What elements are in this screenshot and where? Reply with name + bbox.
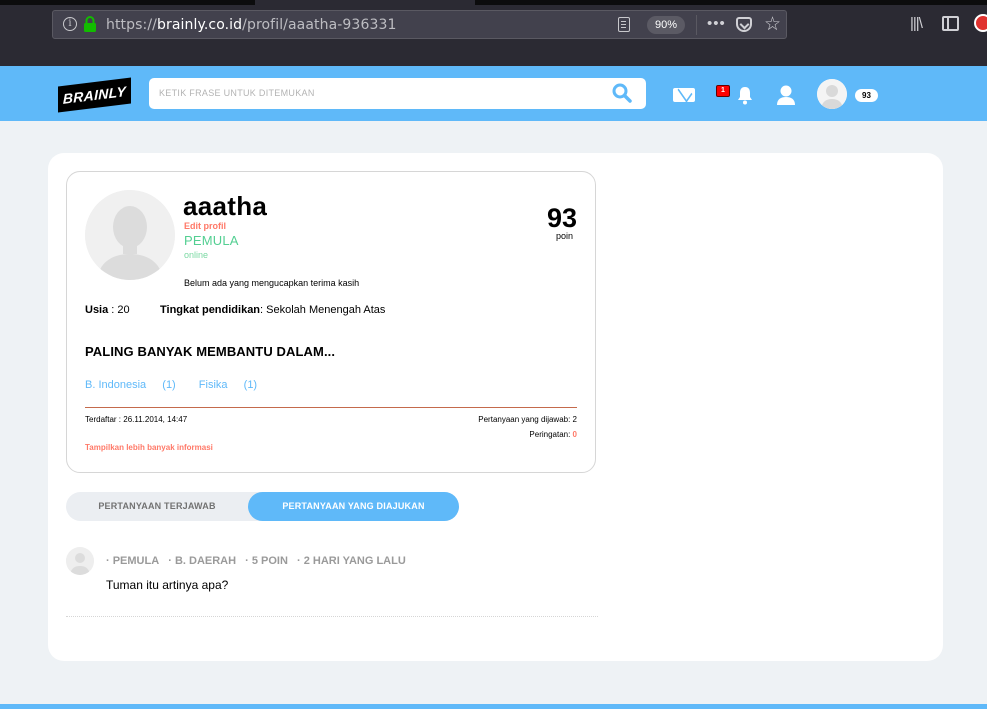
question-subject[interactable]: · B. DAERAH: [168, 555, 236, 567]
avatar-silhouette-icon: [817, 79, 847, 109]
avatar[interactable]: [817, 79, 847, 109]
brainly-logo[interactable]: BRAINLY: [58, 77, 131, 113]
subject-count: (1): [243, 379, 258, 391]
sidebar-icon[interactable]: [942, 16, 959, 31]
age-label: Usia: [85, 304, 109, 316]
age-info: Usia : 20: [85, 304, 130, 316]
tab-strip: [0, 0, 987, 5]
bell-icon[interactable]: [737, 86, 753, 105]
subject-count: (1): [162, 379, 176, 391]
lock-icon: [84, 16, 96, 32]
url-host: brainly.co.id: [156, 17, 243, 33]
question-meta: · PEMULA · B. DAERAH · 5 POIN · 2 HARI Y…: [106, 555, 412, 567]
url-text[interactable]: https://brainly.co.id/profil/aaatha-9363…: [106, 17, 396, 33]
subject-list: B. Indonesia (1) Fisika (1): [85, 379, 277, 391]
address-bar[interactable]: i https://brainly.co.id/profil/aaatha-93…: [52, 10, 787, 39]
question-text[interactable]: Tuman itu artinya apa?: [106, 578, 228, 592]
tab-asked-questions[interactable]: PERTANYAAN YANG DIAJUKAN: [248, 492, 459, 521]
answered-count: Pertanyaan yang dijawab: 2: [478, 415, 577, 424]
avatar-silhouette-icon: [66, 547, 94, 575]
online-status: online: [184, 250, 209, 260]
points-label: poin: [555, 231, 573, 241]
profile-rank: PEMULA: [184, 233, 239, 248]
avatar-silhouette-icon: [85, 190, 175, 280]
list-divider: [66, 616, 598, 617]
joined-date: Terdaftar : 26.11.2014, 14:47: [85, 415, 188, 424]
warnings-count: 0: [572, 430, 577, 439]
question-rank: · PEMULA: [106, 555, 160, 567]
profile-points: 93: [546, 203, 577, 233]
bookmark-star-icon[interactable]: ☆: [764, 13, 781, 36]
pocket-icon[interactable]: [736, 17, 752, 32]
question-tabs: PERTANYAAN TERJAWAB PERTANYAAN YANG DIAJ…: [66, 492, 459, 521]
page-actions-icon[interactable]: •••: [707, 15, 726, 32]
question-avatar[interactable]: [66, 547, 94, 575]
info-icon[interactable]: i: [63, 17, 77, 31]
warnings-label: Peringatan:: [529, 430, 573, 439]
thanks-text: Belum ada yang mengucapkan terima kasih: [184, 278, 360, 288]
edit-profile-link[interactable]: Edit profil: [184, 221, 226, 231]
notification-count-badge: 1: [716, 85, 730, 97]
url-scheme: https://: [106, 17, 157, 33]
question-time: · 2 HARI YANG LALU: [297, 555, 406, 567]
profile-card: aaatha Edit profil PEMULA online Belum a…: [66, 171, 596, 473]
education-value: : Sekolah Menengah Atas: [260, 304, 386, 316]
library-icon[interactable]: |||\: [910, 15, 923, 32]
tab-answered-questions[interactable]: PERTANYAAN TERJAWAB: [66, 492, 248, 521]
site-header: BRAINLY 1 93: [0, 66, 987, 121]
mail-icon[interactable]: [673, 88, 695, 102]
question-points: · 5 POIN: [245, 555, 288, 567]
subject-link[interactable]: B. Indonesia (1): [85, 379, 186, 391]
reader-view-icon[interactable]: [618, 17, 630, 32]
search-icon[interactable]: [612, 83, 632, 103]
footer-stripe: [0, 704, 987, 709]
subject-name: B. Indonesia: [85, 379, 147, 391]
search-box[interactable]: [149, 78, 646, 109]
card-divider: [85, 407, 577, 408]
zoom-level[interactable]: 90%: [647, 16, 685, 34]
user-icon[interactable]: [776, 84, 796, 106]
extension-icon[interactable]: [974, 14, 987, 32]
warnings-info: Peringatan: 0: [529, 430, 577, 439]
most-helpful-heading: PALING BANYAK MEMBANTU DALAM...: [85, 344, 336, 359]
profile-username: aaatha: [183, 191, 268, 221]
education-info: Tingkat pendidikan: Sekolah Menengah Ata…: [160, 304, 385, 316]
address-bar-divider: [696, 15, 697, 35]
url-path: /profil/aaatha-936331: [242, 17, 397, 33]
logo-text: BRAINLY: [62, 83, 127, 107]
show-more-info-link[interactable]: Tampilkan lebih banyak informasi: [85, 443, 213, 452]
profile-avatar: [85, 190, 175, 280]
points-badge: 93: [855, 89, 878, 102]
subject-name: Fisika: [198, 379, 228, 391]
active-tab[interactable]: [255, 0, 475, 5]
age-value: : 20: [108, 304, 130, 316]
education-label: Tingkat pendidikan: [160, 304, 261, 316]
search-input[interactable]: [159, 84, 599, 102]
subject-link[interactable]: Fisika (1): [199, 379, 267, 391]
